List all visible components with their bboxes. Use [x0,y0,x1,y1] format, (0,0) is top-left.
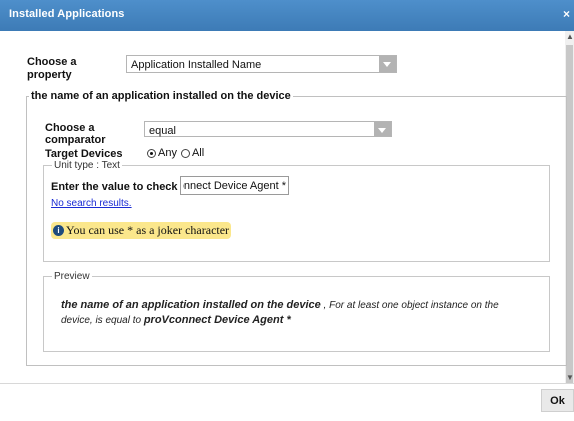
preview-value: proVconnect Device Agent * [143,314,291,326]
property-label: Choose a property [27,56,77,81]
radio-any[interactable] [147,148,156,158]
dialog-titlebar: Installed Applications × [0,0,574,31]
target-devices-label: Target Devices [45,148,123,160]
radio-all[interactable] [180,148,190,158]
joker-hint: i You can use * as a joker character [51,222,231,239]
preview-text: the name of an application installed on … [61,298,501,328]
radio-all-label[interactable]: All [192,147,204,159]
scroll-up-icon[interactable]: ▲ [566,33,574,41]
comparator-select-value: equal [149,125,176,137]
preview-subject: the name of an application installed on … [61,299,321,311]
unit-type-legend: Unit type : Text [54,160,120,171]
scroll-down-icon[interactable]: ▼ [566,374,574,382]
scrollbar-thumb[interactable] [566,45,573,383]
close-icon[interactable]: × [563,7,570,21]
radio-any-label[interactable]: Any [158,147,177,159]
comparator-label: Choose a comparator [45,122,106,146]
dialog-title: Installed Applications [9,8,125,20]
target-devices-radio-group: Any All [147,147,204,159]
no-search-results-link[interactable]: No search results. [51,198,132,209]
unit-type-fieldset: Unit type : Text [43,160,550,262]
value-input[interactable] [180,176,289,195]
property-select-value: Application Installed Name [131,59,262,71]
property-select[interactable]: Application Installed Name [126,55,397,73]
joker-hint-text: You can use * as a joker character [66,223,230,237]
chevron-down-icon[interactable] [379,56,396,72]
chevron-down-icon[interactable] [374,122,391,136]
comparator-select[interactable]: equal [144,121,392,137]
enter-value-label: Enter the value to check [51,181,178,193]
dialog-footer [0,383,574,421]
ok-button[interactable]: Ok [541,389,574,412]
info-icon: i [53,225,64,236]
criterion-legend: the name of an application installed on … [31,90,291,102]
preview-legend: Preview [54,271,90,282]
